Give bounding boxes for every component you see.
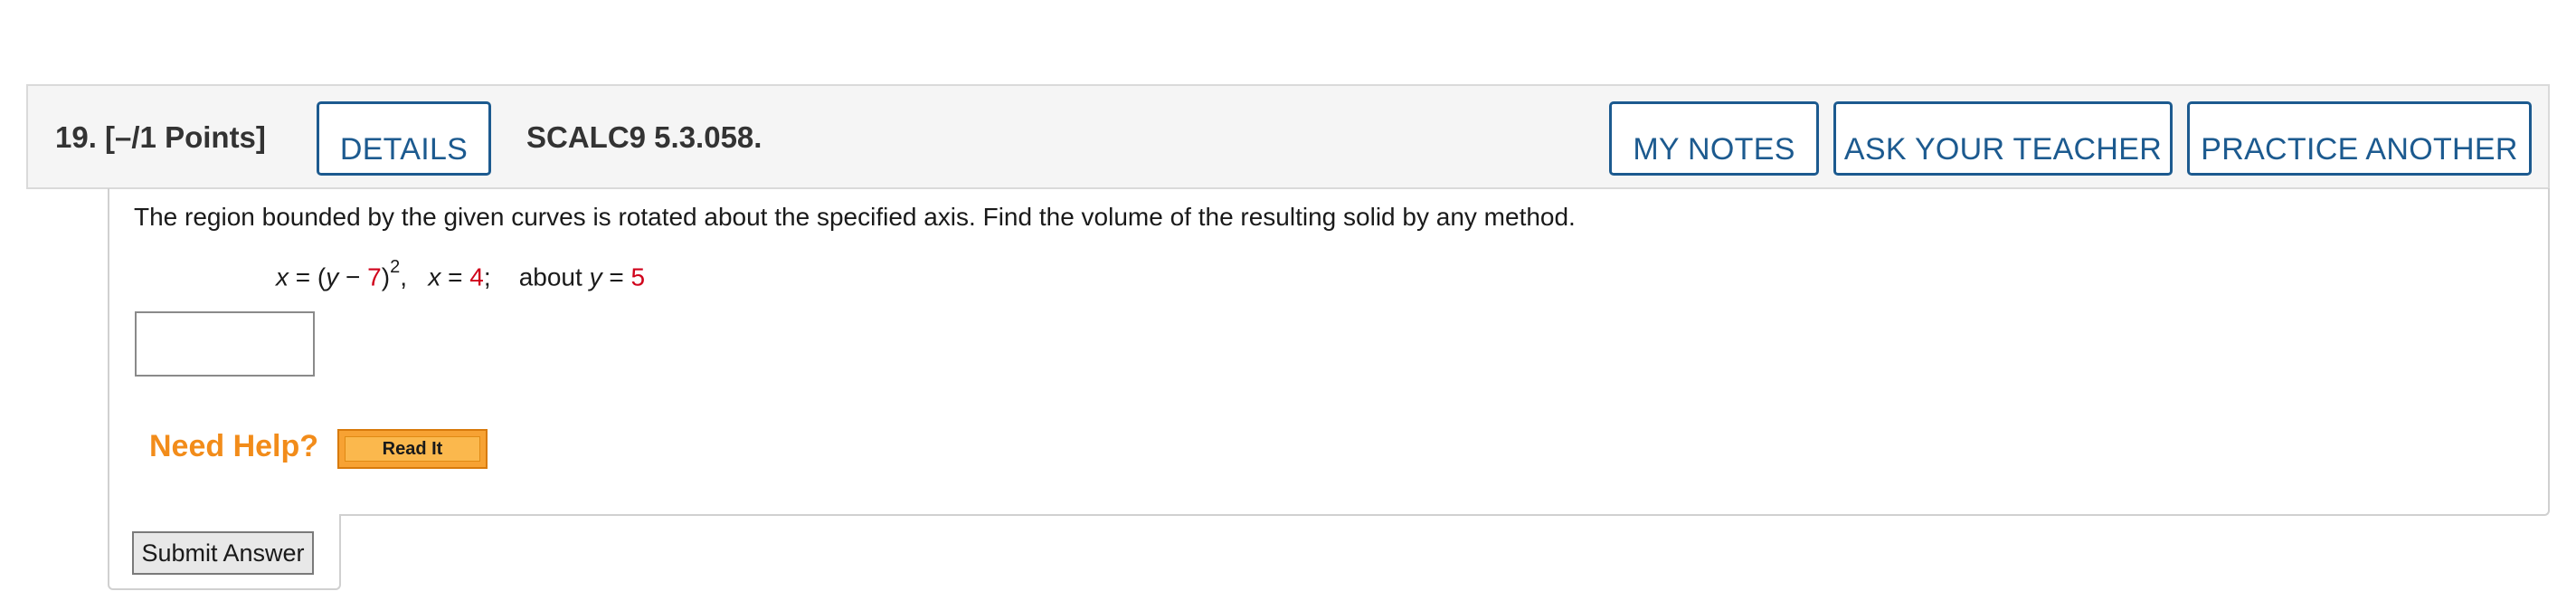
answer-input[interactable] (135, 311, 315, 377)
math-text: = ( (289, 262, 327, 291)
practice-another-button[interactable]: PRACTICE ANOTHER (2187, 101, 2532, 176)
ask-your-teacher-button-label: ASK YOUR TEACHER (1843, 132, 2163, 167)
submit-answer-button[interactable]: Submit Answer (132, 531, 314, 575)
question-number-points: 19. [–/1 Points] (55, 120, 266, 154)
math-var: y (589, 262, 602, 291)
math-text: , (400, 262, 429, 291)
question-header: 19. [–/1 Points] DETAILS SCALC9 5.3.058.… (26, 84, 2550, 189)
problem-prompt: The region bounded by the given curves i… (134, 203, 1576, 231)
read-it-button[interactable]: Read It (337, 429, 488, 469)
problem-equation: x = (y − 7)2, x = 4; about y = 5 (276, 257, 646, 291)
details-button[interactable]: DETAILS (317, 101, 491, 176)
math-var: x (276, 262, 289, 291)
math-text: − (338, 262, 368, 291)
math-exponent: 2 (390, 257, 401, 277)
my-notes-button-label: MY NOTES (1633, 132, 1795, 167)
math-text: ; about (483, 262, 590, 291)
need-help-label: Need Help? (149, 429, 319, 463)
math-constant: 7 (367, 262, 382, 291)
practice-another-button-label: PRACTICE ANOTHER (2201, 132, 2518, 167)
details-button-label: DETAILS (339, 132, 469, 167)
math-constant: 5 (630, 262, 646, 291)
question-reference: SCALC9 5.3.058. (526, 120, 762, 154)
math-text: = (440, 262, 470, 291)
math-text: ) (381, 262, 391, 291)
my-notes-button[interactable]: MY NOTES (1609, 101, 1819, 176)
math-constant: 4 (469, 262, 484, 291)
read-it-button-label: Read It (345, 436, 480, 462)
math-text: = (601, 262, 631, 291)
ask-your-teacher-button[interactable]: ASK YOUR TEACHER (1833, 101, 2173, 176)
math-var: x (428, 262, 441, 291)
math-var: y (326, 262, 339, 291)
